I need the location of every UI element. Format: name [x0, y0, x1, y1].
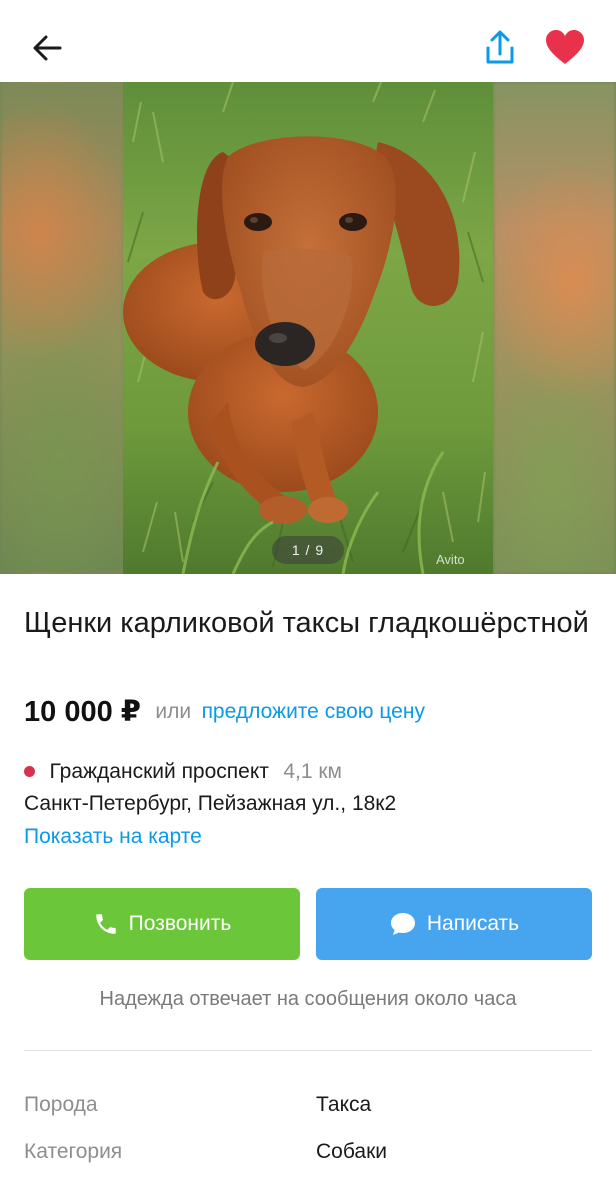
price: 10 000 ₽ [24, 696, 141, 728]
call-button[interactable]: Позвонить [24, 888, 300, 960]
message-button[interactable]: Написать [316, 888, 592, 960]
photo-gallery[interactable]: 1 / 9 Avito [0, 82, 616, 574]
top-bar [0, 0, 616, 82]
param-label-breed: Порода [24, 1093, 98, 1116]
dachshund-photo [123, 82, 493, 574]
phone-icon [95, 914, 116, 934]
gallery-blur-left [0, 82, 123, 574]
price-row: 10 000 ₽ или предложите свою цену [24, 694, 425, 734]
heart-icon [546, 30, 584, 64]
metro-line-dot [24, 766, 35, 778]
avito-watermark: Avito [436, 552, 465, 567]
call-button-label: Позвонить [128, 912, 232, 935]
favorite-button[interactable] [540, 24, 590, 72]
show-on-map-link[interactable]: Показать на карте [24, 825, 202, 849]
metro-station: Гражданский проспект [49, 760, 269, 783]
arrow-left-icon [33, 35, 62, 61]
photo-counter: 1 / 9 [272, 536, 344, 564]
param-value-category: Собаки [316, 1140, 387, 1163]
seller-response-note: Надежда отвечает на сообщения около часа [99, 988, 517, 1010]
chat-bubble-icon [390, 913, 415, 935]
share-button[interactable] [476, 24, 524, 72]
param-value-breed: Такса [316, 1093, 372, 1116]
back-button[interactable] [22, 26, 74, 70]
metro-row: Гражданский проспект 4,1 км [24, 760, 342, 788]
metro-distance: 4,1 км [283, 760, 342, 783]
listing-title: Щенки карликовой таксы гладкошёрстной [24, 607, 589, 639]
address: Санкт-Петербург, Пейзажная ул., 18к2 [24, 792, 397, 815]
param-label-category: Категория [24, 1140, 123, 1163]
gallery-blur-right [493, 82, 616, 574]
message-button-label: Написать [426, 912, 520, 935]
listing-photo[interactable] [123, 82, 493, 574]
divider [24, 1050, 592, 1051]
offer-price-link[interactable]: предложите свою цену [202, 700, 425, 723]
share-icon [486, 30, 514, 64]
price-or-text: или [155, 699, 192, 723]
